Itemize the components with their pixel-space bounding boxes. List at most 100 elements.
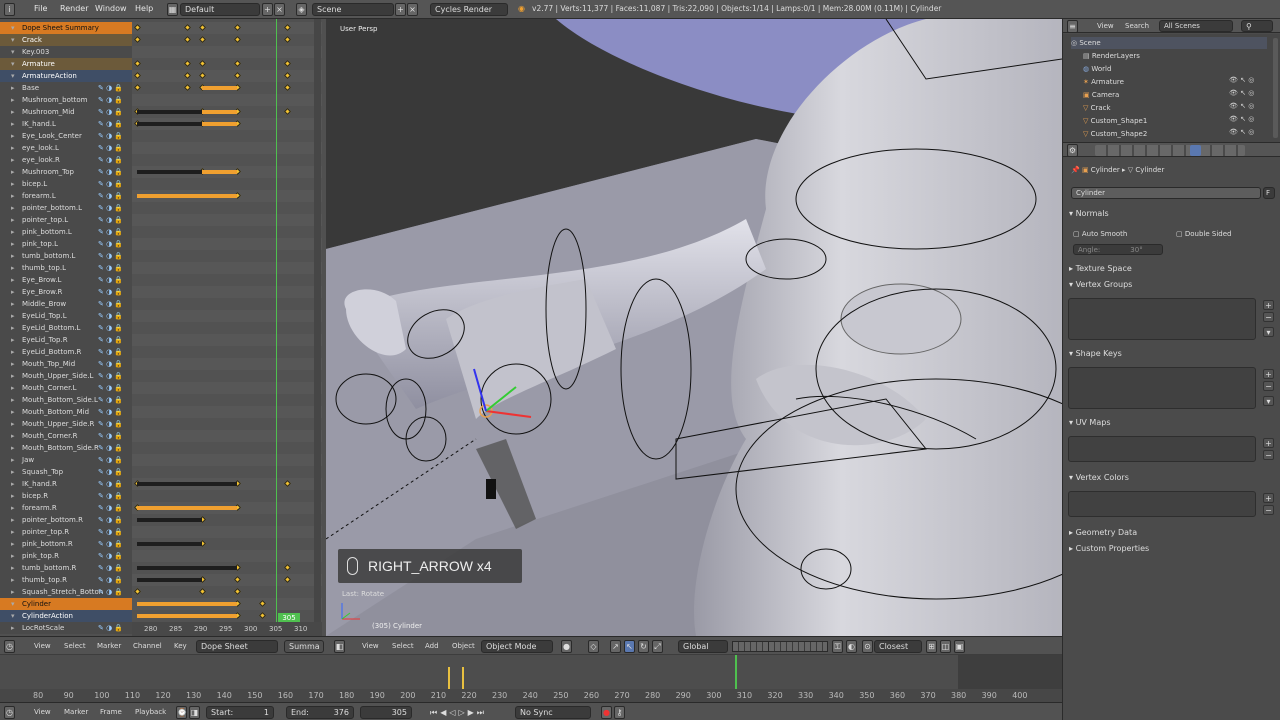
keyframe-row[interactable] — [132, 358, 322, 370]
expand-arrow-icon[interactable]: ▸ — [11, 358, 15, 370]
menu-render[interactable]: Render — [60, 4, 88, 13]
expand-arrow-icon[interactable]: ▾ — [11, 46, 15, 58]
dope-mode-selector[interactable]: Dope Sheet — [196, 640, 278, 653]
expand-arrow-icon[interactable]: ▸ — [11, 406, 15, 418]
channel-toggle-icons[interactable]: ✎ ◑ 🔒 — [98, 94, 123, 106]
keyframe-row[interactable] — [132, 94, 322, 106]
expand-arrow-icon[interactable]: ▸ — [11, 262, 15, 274]
channel-row[interactable]: ▸ Mouth_Corner.R ✎ ◑ 🔒 — [0, 430, 132, 442]
channel-row[interactable]: ▸ Mouth_Upper_Side.L ✎ ◑ 🔒 — [0, 370, 132, 382]
expand-arrow-icon[interactable]: ▸ — [11, 190, 15, 202]
3d-viewport[interactable]: User Persp RIGHT_ARROW x4 Last: Rotate (… — [326, 19, 1062, 636]
expand-arrow-icon[interactable]: ▸ — [11, 178, 15, 190]
dope-menu-marker[interactable]: Marker — [97, 642, 121, 650]
hold-bar[interactable] — [137, 170, 202, 174]
expand-arrow-icon[interactable]: ▸ — [11, 586, 15, 598]
channel-toggle-icons[interactable]: ✎ ◑ 🔒 — [98, 166, 123, 178]
keyframe-row[interactable] — [132, 130, 322, 142]
hold-bar[interactable] — [137, 506, 237, 510]
channel-row[interactable]: ▾ Armature — [0, 58, 132, 70]
preview-range-icon[interactable]: ⌚ — [176, 706, 187, 719]
expand-arrow-icon[interactable]: ▸ — [11, 622, 15, 634]
channel-toggle-icons[interactable]: ✎ ◑ 🔒 — [98, 430, 123, 442]
channel-toggle-icons[interactable]: ✎ ◑ 🔒 — [98, 286, 123, 298]
add-layout-icon[interactable]: + — [262, 3, 273, 16]
channel-row[interactable]: ▸ pointer_top.R ✎ ◑ 🔒 — [0, 526, 132, 538]
editor-type-icon[interactable]: ◷ — [4, 706, 15, 719]
remove-vertex-color-button[interactable]: − — [1263, 505, 1274, 515]
layout-selector[interactable]: Default — [180, 3, 260, 16]
expand-arrow-icon[interactable]: ▸ — [11, 334, 15, 346]
record-icon[interactable]: ● — [601, 706, 612, 719]
keyframe-row[interactable] — [132, 238, 322, 250]
dope-menu-select[interactable]: Select — [64, 642, 86, 650]
channel-row[interactable]: ▸ Mouth_Corner.L ✎ ◑ 🔒 — [0, 382, 132, 394]
pivot-icon[interactable]: ◇ — [588, 640, 599, 653]
display-mode-selector[interactable]: All Scenes — [1159, 20, 1233, 32]
last-operator[interactable]: Last: Rotate — [342, 590, 384, 598]
outliner-scrollbar[interactable] — [1273, 38, 1278, 138]
channel-toggle-icons[interactable]: ✎ ◑ 🔒 — [98, 454, 123, 466]
channel-toggle-icons[interactable]: ✎ ◑ 🔒 — [98, 358, 123, 370]
scene-icon[interactable]: ◈ — [296, 3, 307, 16]
channel-toggle-icons[interactable]: ✎ ◑ 🔒 — [98, 310, 123, 322]
keyframe-row[interactable] — [132, 526, 322, 538]
lock-icon[interactable]: ⚿ — [832, 640, 843, 653]
channel-toggle-icons[interactable]: ✎ ◑ 🔒 — [98, 322, 123, 334]
outliner-item-scene[interactable]: ◎ Scene — [1071, 37, 1267, 49]
channel-row[interactable]: ▸ thumb_top.R ✎ ◑ 🔒 — [0, 574, 132, 586]
add-uv-map-button[interactable]: + — [1263, 438, 1274, 448]
hold-bar[interactable] — [202, 110, 237, 114]
channel-toggle-icons[interactable]: ✎ ◑ 🔒 — [98, 274, 123, 286]
channel-toggle-icons[interactable]: ✎ ◑ 🔒 — [98, 226, 123, 238]
channel-toggle-icons[interactable]: ✎ ◑ 🔒 — [98, 538, 123, 550]
add-vertex-group-button[interactable]: + — [1263, 300, 1274, 310]
manipulator-icon[interactable]: ↗ — [610, 640, 621, 653]
channel-row[interactable]: ▸ Eye_Brow.R ✎ ◑ 🔒 — [0, 286, 132, 298]
keyframe-row[interactable] — [132, 34, 322, 46]
mode-selector[interactable]: Object Mode — [481, 640, 553, 653]
channel-toggle-icons[interactable]: ✎ ◑ 🔒 — [98, 514, 123, 526]
hold-bar[interactable] — [202, 86, 237, 90]
channel-row[interactable]: ▸ Jaw ✎ ◑ 🔒 — [0, 454, 132, 466]
expand-arrow-icon[interactable]: ▸ — [11, 226, 15, 238]
keyframe-row[interactable] — [132, 226, 322, 238]
keyframe-row[interactable] — [132, 202, 322, 214]
auto-smooth-checkbox[interactable]: ▢ Auto Smooth — [1073, 230, 1127, 238]
panel-uv-maps-header[interactable]: ▾ UV Maps — [1069, 418, 1110, 427]
editor-type-icon[interactable]: ◷ — [4, 640, 15, 653]
hold-bar[interactable] — [202, 122, 237, 126]
channel-toggle-icons[interactable]: ✎ ◑ 🔒 — [98, 118, 123, 130]
layer-buttons-2[interactable] — [768, 641, 828, 652]
outliner-search-input[interactable]: ⚲ — [1241, 20, 1273, 32]
channel-row[interactable]: ▾ Crack — [0, 34, 132, 46]
expand-arrow-icon[interactable]: ▸ — [11, 550, 15, 562]
channel-row[interactable]: ▸ pink_top.L ✎ ◑ 🔒 — [0, 238, 132, 250]
remove-uv-map-button[interactable]: − — [1263, 450, 1274, 460]
keyframe-row[interactable] — [132, 394, 322, 406]
channel-toggle-icons[interactable]: ✎ ◑ 🔒 — [98, 250, 123, 262]
add-shape-key-button[interactable]: + — [1263, 369, 1274, 379]
expand-arrow-icon[interactable]: ▸ — [11, 538, 15, 550]
keyframe-row[interactable] — [132, 178, 322, 190]
hold-bar[interactable] — [137, 194, 237, 198]
keyframe-row[interactable] — [132, 466, 322, 478]
timeline-menu-view[interactable]: View — [34, 708, 51, 716]
channel-row[interactable]: ▸ forearm.R ✎ ◑ 🔒 — [0, 502, 132, 514]
lock-frame-icon[interactable]: ◨ — [189, 706, 200, 719]
dope-scrollbar[interactable] — [314, 19, 321, 622]
channel-row[interactable]: ▸ LocRotScale ✎ ◑ 🔒 — [0, 622, 132, 634]
summary-toggle[interactable]: Summa — [284, 640, 324, 653]
panel-shape-keys-header[interactable]: ▾ Shape Keys — [1069, 349, 1122, 358]
channel-toggle-icons[interactable]: ✎ ◑ 🔒 — [98, 562, 123, 574]
expand-arrow-icon[interactable]: ▸ — [11, 418, 15, 430]
channel-row[interactable]: ▸ Eye_Look_Center ✎ ◑ 🔒 — [0, 130, 132, 142]
vertex-group-specials-icon[interactable]: ▾ — [1263, 327, 1274, 337]
dope-menu-view[interactable]: View — [34, 642, 51, 650]
double-sided-checkbox[interactable]: ▢ Double Sided — [1176, 230, 1231, 238]
expand-arrow-icon[interactable]: ▾ — [11, 22, 15, 34]
channel-toggle-icons[interactable]: ✎ ◑ 🔒 — [98, 502, 123, 514]
expand-arrow-icon[interactable]: ▸ — [11, 202, 15, 214]
channel-row[interactable]: ▸ IK_hand.R ✎ ◑ 🔒 — [0, 478, 132, 490]
channel-row[interactable]: ▸ pink_bottom.R ✎ ◑ 🔒 — [0, 538, 132, 550]
